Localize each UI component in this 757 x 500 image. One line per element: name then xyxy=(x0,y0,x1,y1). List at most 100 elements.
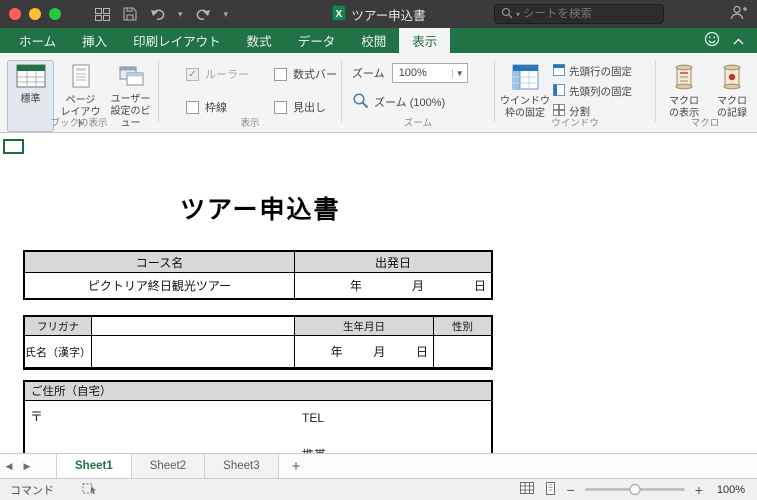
zoom-magnifier-icon xyxy=(352,92,369,112)
formula-bar-checkbox-box xyxy=(274,67,287,81)
worksheet-area[interactable]: ツアー申込書 コース名 出発日 ピクトリア終日観光ツアー 年 月 日 フリガナ … xyxy=(0,133,757,453)
freeze-first-column-button[interactable]: 先頭列の固定 xyxy=(553,83,632,100)
svg-text:X: X xyxy=(335,9,342,20)
freeze-first-column-icon xyxy=(553,84,565,99)
share-person-add-icon[interactable] xyxy=(730,5,747,23)
tab-review[interactable]: 校閲 xyxy=(348,28,399,53)
sheet-nav-right-icon[interactable]: ▶ xyxy=(18,454,36,478)
formula-bar-checkbox[interactable]: 数式バー xyxy=(274,66,341,82)
name-label-cell[interactable]: 氏名（漢字） xyxy=(25,336,92,367)
ruler-checkbox[interactable]: ✓ ルーラー xyxy=(186,66,274,82)
freeze-top-row-icon xyxy=(553,64,565,79)
headings-checkbox-box xyxy=(274,100,287,114)
normal-view-icon xyxy=(16,64,46,92)
add-sheet-button[interactable]: + xyxy=(279,454,314,478)
tab-formulas[interactable]: 数式 xyxy=(234,28,285,53)
window-title: ツアー申込書 xyxy=(351,8,426,23)
gender-value-cell[interactable] xyxy=(434,336,491,367)
window-group-label: ウインドウ xyxy=(551,118,599,129)
macro-scroll-icon xyxy=(673,64,695,94)
zoom-group-label: ズーム xyxy=(403,118,433,129)
zoom-slider-thumb[interactable] xyxy=(629,484,641,495)
sheet-tab-sheet3[interactable]: Sheet3 xyxy=(205,454,279,478)
furigana-value-cell[interactable] xyxy=(92,317,295,335)
feedback-smiley-icon[interactable] xyxy=(704,31,720,50)
sheet-nav-left-icon[interactable]: ◀ xyxy=(0,454,18,478)
freeze-panes-icon xyxy=(512,64,539,94)
zoom-level-value: 100% xyxy=(398,67,427,79)
zoom-slider[interactable] xyxy=(584,484,685,495)
search-scope-caret-icon[interactable]: ▾ xyxy=(516,10,520,19)
zoom-level-dropdown[interactable]: 100% ▼ xyxy=(391,63,468,83)
redo-icon[interactable] xyxy=(196,7,211,21)
month-label: 月 xyxy=(411,279,424,293)
normal-view-label: 標準 xyxy=(20,94,41,105)
undo-icon[interactable] xyxy=(150,7,165,21)
undo-menu-caret-icon[interactable]: ▾ xyxy=(178,9,183,19)
day-label: 日 xyxy=(473,279,486,293)
tel-label: TEL xyxy=(302,411,325,425)
address-header-cell[interactable]: ご住所（自宅） xyxy=(25,382,491,400)
freeze-top-row-button[interactable]: 先頭行の固定 xyxy=(553,63,632,80)
save-icon[interactable] xyxy=(123,7,137,21)
tab-insert[interactable]: 挿入 xyxy=(69,28,120,53)
collapse-ribbon-chevron-icon[interactable] xyxy=(733,34,744,48)
show-group: ✓ ルーラー 数式バー 枠線 見出し 表示 xyxy=(159,53,341,132)
departure-date-header-cell[interactable]: 出発日 xyxy=(295,252,491,272)
minimize-window-button[interactable] xyxy=(29,8,41,20)
furigana-header-cell[interactable]: フリガナ xyxy=(25,317,92,335)
headings-checkbox[interactable]: 見出し xyxy=(274,99,341,115)
departure-date-cell[interactable]: 年 月 日 xyxy=(295,273,491,298)
zoom-window-button[interactable] xyxy=(49,8,61,20)
zoom-in-icon[interactable]: + xyxy=(695,483,703,497)
pointer-mode-icon[interactable] xyxy=(82,481,97,498)
course-name-value-cell[interactable]: ピクトリア終日観光ツアー xyxy=(25,273,295,298)
selected-cell-indicator[interactable] xyxy=(3,139,24,154)
address-value-cell[interactable]: 〒 TEL 携帯 xyxy=(25,401,491,453)
search-input[interactable] xyxy=(523,8,644,20)
close-window-button[interactable] xyxy=(9,8,21,20)
macro-group: マクロ の表示 マクロ の記録 マクロ xyxy=(656,53,754,132)
tab-page-layout[interactable]: 印刷レイアウト xyxy=(120,28,234,53)
birthdate-value-cell[interactable]: 年 月 日 xyxy=(295,336,434,367)
zoom-100-button[interactable]: ズーム (100%) xyxy=(352,92,494,112)
year-label: 年 xyxy=(330,345,343,359)
window-controls xyxy=(9,8,61,20)
birthdate-header-cell[interactable]: 生年月日 xyxy=(295,317,434,335)
window-group: ウインドウ 枠の固定 先頭行の固定 先頭列の固定 分割 ウインドウ xyxy=(495,53,655,132)
macro-record-icon xyxy=(721,64,743,94)
sheet-tab-sheet2[interactable]: Sheet2 xyxy=(131,454,206,478)
ribbon-tab-bar: ホーム 挿入 印刷レイアウト 数式 データ 校閲 表示 xyxy=(0,28,757,53)
zoom-dropdown-caret-icon: ▼ xyxy=(451,68,467,78)
gender-header-cell[interactable]: 性別 xyxy=(434,317,491,335)
page-layout-view-icon xyxy=(70,64,92,93)
page-layout-view-statusbar-button[interactable] xyxy=(544,481,557,498)
day-label: 日 xyxy=(416,345,429,359)
sheet-search-field[interactable]: ▾ xyxy=(494,4,664,24)
zoom-out-icon[interactable]: − xyxy=(567,483,575,497)
name-value-cell[interactable] xyxy=(92,336,295,367)
document-title: ツアー申込書 xyxy=(180,196,341,224)
course-name-header-cell[interactable]: コース名 xyxy=(25,252,295,272)
tab-home[interactable]: ホーム xyxy=(6,28,69,53)
normal-view-statusbar-button[interactable] xyxy=(519,482,534,497)
year-label: 年 xyxy=(349,279,362,293)
zoom-100-label: ズーム (100%) xyxy=(374,97,446,109)
zoom-caption: ズーム xyxy=(352,68,385,80)
sheet-tab-sheet1[interactable]: Sheet1 xyxy=(57,454,132,478)
gridlines-checkbox[interactable]: 枠線 xyxy=(186,99,274,115)
view-switcher-icon[interactable] xyxy=(95,7,110,21)
gridlines-checkbox-box xyxy=(186,100,199,114)
tab-view[interactable]: 表示 xyxy=(399,28,451,53)
show-group-label: 表示 xyxy=(240,118,260,129)
freeze-first-column-label: 先頭列の固定 xyxy=(569,86,632,98)
tab-data[interactable]: データ xyxy=(285,28,349,53)
gridlines-label: 枠線 xyxy=(205,102,227,114)
search-icon xyxy=(501,7,513,22)
sheet-tab-bar: ◀ ▶ Sheet1 Sheet2 Sheet3 + xyxy=(0,453,757,478)
course-table: コース名 出発日 ピクトリア終日観光ツアー 年 月 日 xyxy=(23,250,493,300)
zoom-percentage[interactable]: 100% xyxy=(713,484,745,496)
toolbar-options-caret-icon[interactable]: ▾ xyxy=(224,9,229,19)
status-mode-label: コマンド xyxy=(10,484,54,497)
custom-views-icon xyxy=(118,64,144,92)
